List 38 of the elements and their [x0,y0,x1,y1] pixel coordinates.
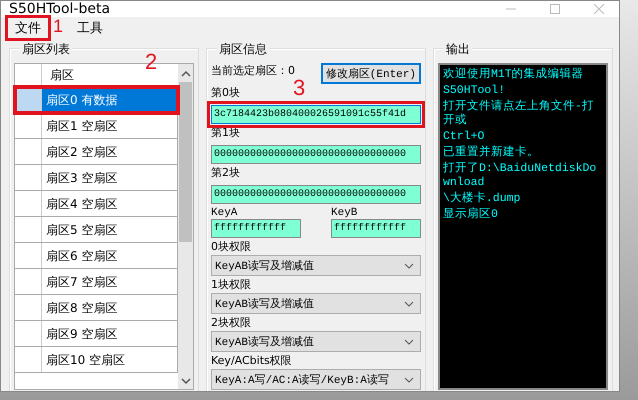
column-header: 扇区 [49,67,74,84]
permission-label: 0块权限 [211,239,251,254]
permission-dropdown[interactable]: KeyA:A写/AC:A读写/KeyB:A读写 [211,369,421,390]
block-label: 第1块 [211,125,240,140]
group-title: 输出 [444,41,472,58]
permission-dropdown[interactable]: KeyAB读写及增减值 [211,293,421,314]
block-label: 第2块 [211,165,240,180]
console-line: 已重置并新建卡。 [443,146,540,160]
permission-label: 1块权限 [211,277,251,292]
block-field[interactable]: 00000000000000000000000000000000 [211,185,421,204]
permission-dropdown[interactable]: KeyAB读写及增减值 [211,331,421,352]
key-label: KeyA [211,207,238,219]
console-line: Ctrl+O [443,130,486,144]
sector-row[interactable]: 扇区0 有数据 [42,87,178,112]
menu-item[interactable]: 工具 [69,17,111,39]
console-line: \大楼卡.dump [443,192,522,206]
annotation-number: 1 [53,17,64,35]
console-line: S50HTool! [443,84,506,98]
console-line: 打开文件请点左上角文件-打开或 [443,100,595,128]
key-b-field[interactable]: ffffffffffff [331,219,421,238]
console-line: 欢迎使用M1T的集成编辑器 [443,68,585,82]
edit-sector-button[interactable]: 修改扇区(Enter) [320,63,421,84]
key-label: KeyB [331,207,358,219]
console-line: 显示扇区0 [443,208,499,222]
permission-label: Key/ACbits权限 [211,353,292,368]
permission-dropdown[interactable]: KeyAB读写及增减值 [211,255,421,276]
key-a-field[interactable]: ffffffffffff [211,219,301,238]
annotation-number: 2 [145,51,158,73]
window-title: S50HTool-beta [9,1,110,17]
block-field[interactable]: 00000000000000000000000000000000 [211,145,421,164]
permission-label: 2块权限 [211,315,251,330]
console-line: 打开了D:\BaiduNetdiskDownload [443,162,598,190]
group-title: 扇区信息 [217,41,269,58]
current-sector-label: 当前选定扇区：0 [211,63,295,78]
menu-item[interactable]: 文件 [7,17,49,39]
group-title: 扇区列表 [20,41,72,58]
block-label: 第0块 [211,85,240,100]
annotation-number: 3 [293,77,306,99]
